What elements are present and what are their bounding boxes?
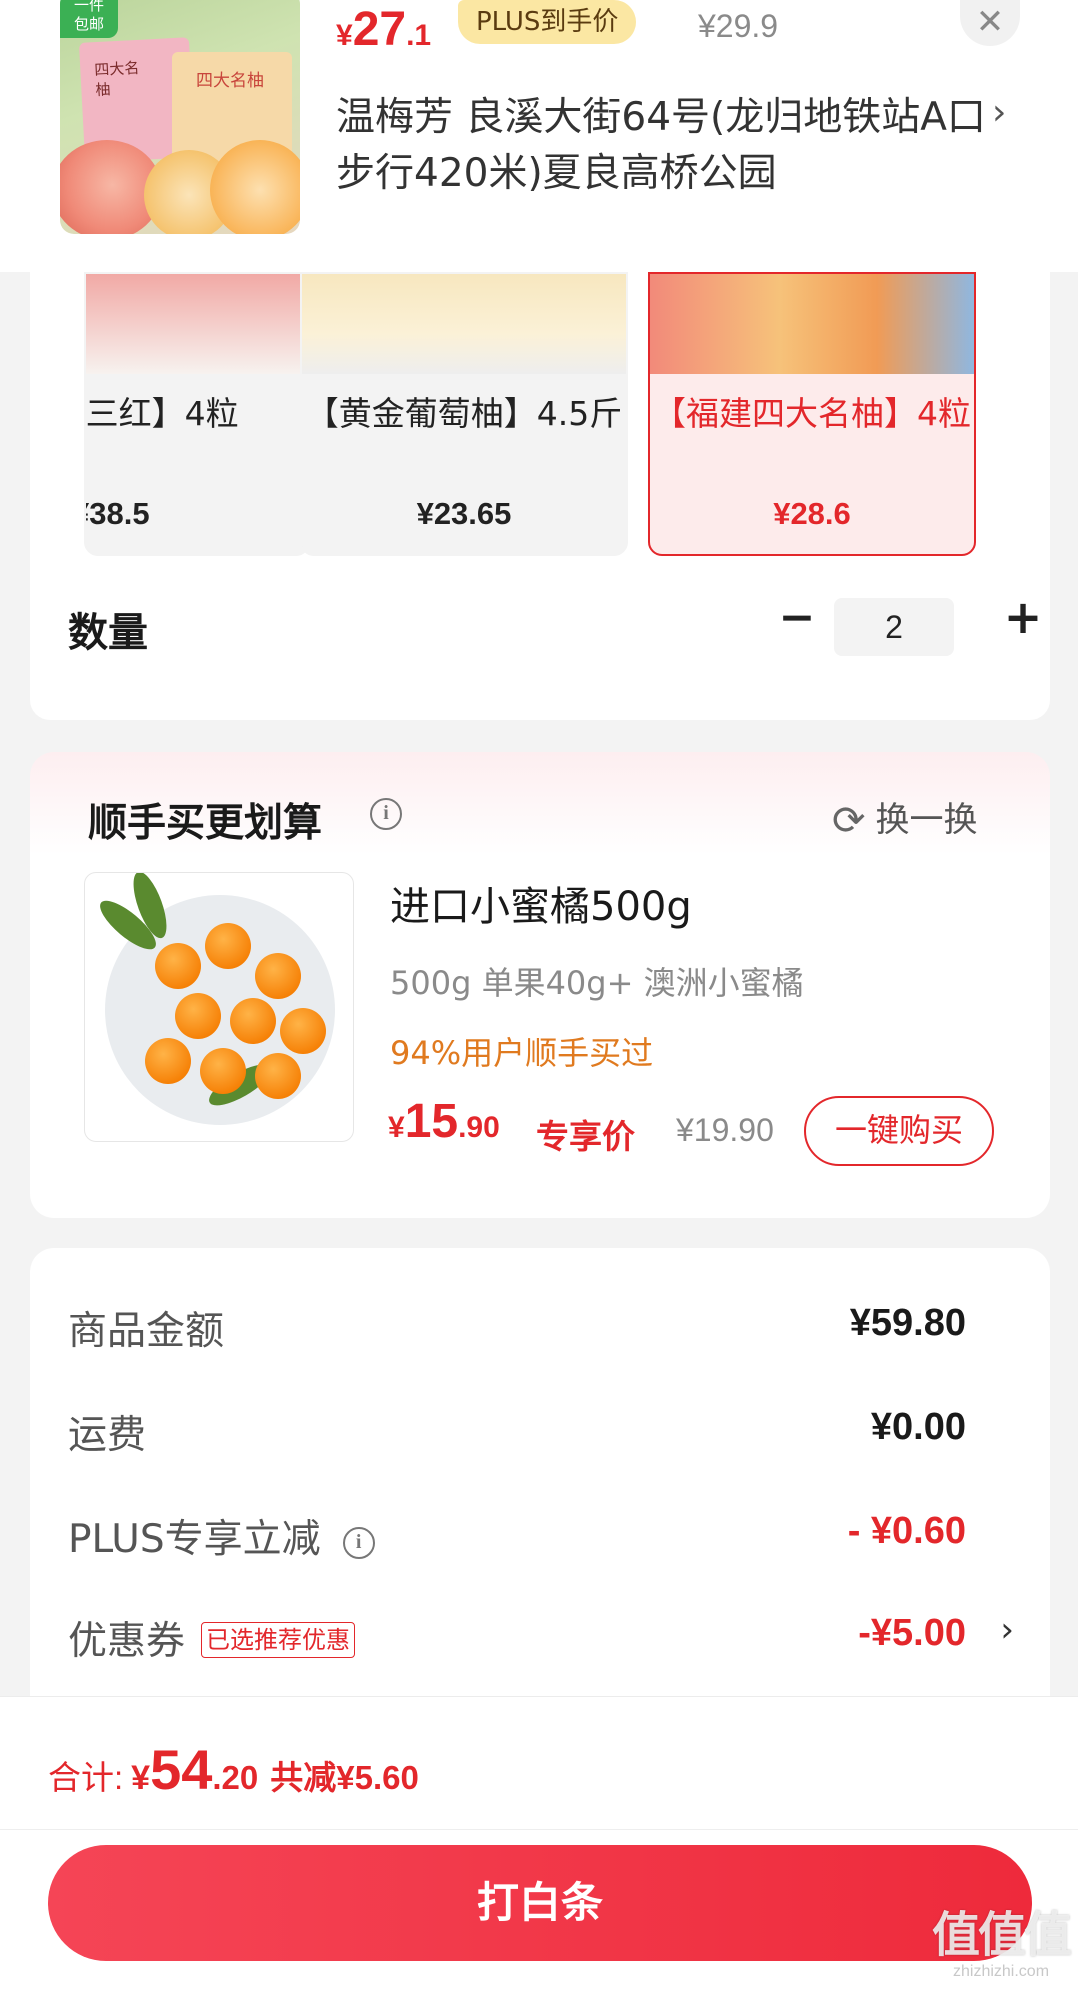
mandarin bbox=[280, 1008, 326, 1054]
box-label: 四大名柚 bbox=[196, 71, 264, 91]
chevron-right-icon[interactable]: › bbox=[992, 92, 1006, 133]
addon-product-image[interactable] bbox=[84, 872, 354, 1142]
order-summary-card: 商品金额 ¥59.80 运费 ¥0.00 PLUS专享立减 i - ¥0.60 优… bbox=[30, 1248, 1050, 1708]
sku-name: 【黄金葡萄柚】4.5斤 bbox=[305, 394, 623, 433]
divider bbox=[0, 1829, 1078, 1830]
total-integer: 54 bbox=[150, 1738, 213, 1801]
subtotal-value: ¥59.80 bbox=[849, 1302, 966, 1344]
total-savings: 共减¥5.60 bbox=[270, 1759, 419, 1796]
checkout-bar: 合计: ¥54.20 共减¥5.60 打白条 值值值 zhizhizhi.com bbox=[0, 1696, 1078, 1991]
addon-price: ¥15.90 bbox=[388, 1094, 500, 1149]
total-label: 合计: bbox=[48, 1759, 124, 1796]
sku-price: ¥38.5 bbox=[86, 496, 150, 531]
addon-recommendation-card: 顺手买更划算 i ⟳ 换一换 进口小蜜橘500g 500g 单果40g+ 澳洲小蜜… bbox=[30, 752, 1050, 1218]
quantity-label: 数量 bbox=[68, 610, 148, 656]
addon-product-spec: 500g 单果40g+ 澳洲小蜜橘 bbox=[390, 964, 804, 1002]
sku-option[interactable]: 【黄金葡萄柚】4.5斤 ¥23.65 bbox=[300, 272, 628, 556]
pomelo-orange bbox=[210, 140, 300, 234]
sku-price: ¥28.6 bbox=[773, 496, 851, 531]
sku-price: ¥23.65 bbox=[416, 496, 512, 531]
price-currency: ¥ bbox=[336, 19, 353, 52]
watermark-domain: zhizhizhi.com bbox=[952, 1963, 1050, 1980]
product-thumbnail[interactable]: 四大名柚 四大名柚 一件 包邮 bbox=[60, 0, 300, 234]
exclusive-price-label: 专享价 bbox=[536, 1117, 635, 1156]
info-icon[interactable]: i bbox=[342, 1527, 375, 1559]
close-button[interactable]: ✕ bbox=[960, 0, 1020, 46]
close-icon: ✕ bbox=[975, 2, 1005, 42]
mandarin bbox=[175, 993, 221, 1039]
one-click-buy-button[interactable]: 一键购买 bbox=[804, 1096, 994, 1166]
chevron-right-icon[interactable]: › bbox=[1000, 1610, 1014, 1650]
price-integer: 27 bbox=[352, 3, 407, 56]
sku-name: 【福建四大名柚】4粒 bbox=[653, 394, 971, 433]
plus-discount-label: PLUS专享立减 i bbox=[68, 1508, 375, 1564]
total-decimal: .20 bbox=[212, 1759, 259, 1796]
price-currency: ¥ bbox=[388, 1111, 405, 1144]
addon-product-name[interactable]: 进口小蜜橘500g bbox=[390, 874, 692, 932]
quantity-decrement-button[interactable]: − bbox=[772, 594, 822, 644]
coupon-label[interactable]: 优惠券 已选推荐优惠 bbox=[68, 1610, 356, 1666]
sku-option[interactable]: +三红】4粒 ¥38.5 bbox=[84, 272, 310, 556]
refresh-button[interactable]: ⟳ 换一换 bbox=[832, 792, 978, 844]
coupon-text: 优惠券 bbox=[68, 1619, 186, 1664]
plus-price-tag: PLUS到手价 bbox=[458, 0, 637, 44]
price-decimal: .1 bbox=[406, 19, 432, 52]
sku-image bbox=[86, 274, 308, 374]
shipping-label: 运费 bbox=[68, 1413, 147, 1458]
mandarin bbox=[255, 1053, 301, 1099]
price-decimal: .90 bbox=[458, 1111, 500, 1144]
plus-discount-value: - ¥0.60 bbox=[847, 1510, 966, 1552]
box-label: 四大名柚 bbox=[93, 58, 140, 100]
refresh-label: 换一换 bbox=[875, 800, 978, 840]
sku-image bbox=[302, 274, 626, 374]
delivery-address[interactable]: 温梅芳 良溪大街64号(龙归地铁站A口步行420米)夏良高桥公园 bbox=[336, 90, 996, 202]
addon-social-proof: 94%用户顺手买过 bbox=[390, 1034, 654, 1072]
subtotal-label: 商品金额 bbox=[68, 1309, 225, 1354]
sku-option-selected[interactable]: 【福建四大名柚】4粒 ¥28.6 bbox=[648, 272, 976, 556]
quantity-input[interactable]: 2 bbox=[834, 598, 954, 656]
info-icon[interactable]: i bbox=[370, 798, 402, 830]
free-shipping-badge: 一件 包邮 bbox=[60, 0, 118, 38]
coupon-recommended-tag: 已选推荐优惠 bbox=[201, 1622, 356, 1658]
mandarin bbox=[205, 923, 251, 969]
sku-image bbox=[650, 274, 974, 374]
current-price: ¥27.1 bbox=[336, 2, 431, 57]
mandarin bbox=[255, 953, 301, 999]
shipping-value: ¥0.00 bbox=[870, 1406, 966, 1448]
coupon-value[interactable]: -¥5.00 bbox=[858, 1612, 966, 1655]
mandarin bbox=[145, 1038, 191, 1084]
quantity-increment-button[interactable]: + bbox=[998, 592, 1048, 642]
sku-name: +三红】4粒 bbox=[85, 394, 239, 433]
price-integer: 15 bbox=[404, 1095, 459, 1148]
order-total: 合计: ¥54.20 共减¥5.60 bbox=[48, 1737, 419, 1802]
mandarin bbox=[230, 998, 276, 1044]
total-currency: ¥ bbox=[131, 1759, 151, 1797]
product-header: 四大名柚 四大名柚 一件 包邮 ¥27.1 PLUS到手价 ¥29.9 ✕ 温梅… bbox=[0, 0, 1078, 272]
refresh-icon: ⟳ bbox=[832, 798, 866, 844]
mandarin bbox=[200, 1048, 246, 1094]
addon-title-text: 顺手买更划算 bbox=[88, 801, 323, 846]
mandarin bbox=[155, 943, 201, 989]
watermark: 值值值 zhizhizhi.com bbox=[926, 1907, 1076, 1991]
addon-original-price: ¥19.90 bbox=[676, 1112, 774, 1148]
addon-section-title: 顺手买更划算 i bbox=[88, 792, 402, 848]
plus-discount-text: PLUS专享立减 bbox=[68, 1517, 321, 1562]
original-price: ¥29.9 bbox=[698, 8, 779, 44]
watermark-logo: 值值值 bbox=[931, 1907, 1072, 1963]
pay-with-baitiao-button[interactable]: 打白条 bbox=[48, 1845, 1032, 1961]
sku-selector-card: +三红】4粒 ¥38.5 【黄金葡萄柚】4.5斤 ¥23.65 【福建四大名柚】… bbox=[30, 272, 1050, 720]
